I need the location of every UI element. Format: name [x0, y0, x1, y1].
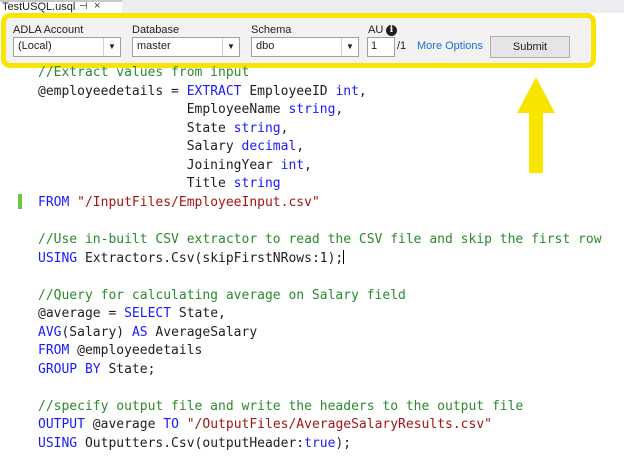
account-label: ADLA Account: [13, 24, 84, 36]
tab-title: TestUSQL.usql: [2, 1, 76, 13]
account-value: (Local): [18, 40, 52, 52]
code-text: @average =: [38, 306, 125, 322]
code-line[interactable]: FROM "/InputFiles/EmployeeInput.csv": [38, 194, 320, 213]
code-text: );: [335, 436, 352, 451]
code-keyword: int: [280, 157, 305, 173]
code-text: JoiningYear: [38, 157, 281, 173]
code-keyword: AS: [131, 324, 148, 340]
code-keyword: string: [288, 102, 336, 118]
code-line[interactable]: OUTPUT @average TO "/OutputFiles/Average…: [38, 416, 492, 435]
code-keyword: EXTRACT: [186, 83, 242, 99]
code-line[interactable]: JoiningYear int,: [38, 157, 312, 176]
code-keyword: FROM: [38, 343, 70, 359]
code-text: Salary: [38, 139, 242, 155]
code-text: State: [38, 120, 234, 136]
code-string: "/OutputFiles/AverageSalaryResults.csv": [186, 417, 492, 433]
code-text: Extractors.Csv(skipFirstNRows:1);: [77, 250, 344, 266]
change-marker: [18, 194, 22, 209]
code-line[interactable]: //Query for calculating average on Salar…: [38, 287, 406, 306]
code-keyword: decimal: [241, 139, 297, 155]
code-keyword: FROM: [38, 194, 70, 210]
code-text: EmployeeID: [241, 83, 336, 99]
submit-button[interactable]: Submit: [490, 36, 570, 58]
code-line[interactable]: //Use in-built CSV extractor to read the…: [38, 231, 602, 250]
code-text: EmployeeName: [38, 102, 289, 118]
code-line[interactable]: State string,: [38, 120, 289, 139]
code-line[interactable]: //Extract values from input: [38, 64, 249, 83]
pin-icon[interactable]: ⊣: [79, 2, 88, 12]
code-keyword: string: [233, 120, 281, 136]
info-icon[interactable]: i: [386, 25, 397, 36]
code-keyword: USING: [38, 250, 78, 266]
code-keyword: true: [304, 436, 336, 451]
code-text: ,: [296, 139, 305, 155]
code-keyword: string: [233, 176, 281, 192]
code-string: "/InputFiles/EmployeeInput.csv": [77, 194, 320, 210]
code-text: @average: [84, 417, 164, 433]
more-options-link[interactable]: More Options: [417, 40, 483, 52]
code-line[interactable]: EmployeeName string,: [38, 101, 344, 120]
code-text: Title: [38, 176, 234, 192]
close-icon[interactable]: ×: [94, 1, 100, 12]
code-text: AverageSalary: [147, 324, 258, 340]
code-line[interactable]: GROUP BY State;: [38, 361, 155, 380]
code-line[interactable]: @average = SELECT State,: [38, 305, 226, 324]
code-text: Outputters.Csv(outputHeader:: [77, 436, 305, 451]
schema-value: dbo: [256, 40, 275, 52]
code-text: @employeedetails: [69, 343, 203, 359]
code-line[interactable]: USING Extractors.Csv(skipFirstNRows:1);: [38, 249, 345, 269]
code-line[interactable]: Salary decimal,: [38, 138, 304, 157]
document-tab-strip: TestUSQL.usql ⊣ ×: [0, 0, 624, 13]
au-max: /1: [397, 40, 407, 52]
database-value: master: [137, 40, 171, 52]
code-comment: //Use in-built CSV extractor to read the…: [38, 231, 602, 247]
code-comment: //specify output file and write the head…: [38, 398, 524, 414]
code-text: State,: [171, 306, 226, 322]
schema-dropdown[interactable]: dbo ▼: [251, 37, 359, 57]
chevron-down-icon[interactable]: ▼: [103, 38, 120, 56]
chevron-down-icon[interactable]: ▼: [222, 38, 239, 56]
code-comment: //Extract values from input: [38, 65, 250, 80]
code-text: ,: [304, 157, 312, 173]
code-keyword: USING: [38, 436, 78, 451]
text-cursor: [343, 249, 345, 264]
account-dropdown[interactable]: (Local) ▼: [13, 37, 121, 57]
code-comment: //Query for calculating average on Salar…: [38, 287, 406, 303]
schema-label: Schema: [251, 24, 292, 36]
au-value: 1: [371, 40, 378, 52]
code-line[interactable]: @employeedetails = EXTRACT EmployeeID in…: [38, 83, 367, 102]
database-dropdown[interactable]: master ▼: [132, 37, 240, 57]
code-line[interactable]: AVG(Salary) AS AverageSalary: [38, 324, 257, 343]
code-text: State;: [100, 361, 156, 377]
code-editor[interactable]: //Extract values from input @employeedeta…: [0, 64, 624, 466]
code-keyword: AVG: [38, 324, 62, 340]
code-keyword: GROUP BY: [38, 361, 101, 377]
au-label: AU: [368, 24, 384, 36]
code-keyword: SELECT: [124, 306, 172, 322]
code-line[interactable]: FROM @employeedetails: [38, 342, 202, 361]
code-text: ,: [358, 83, 367, 99]
document-tab[interactable]: TestUSQL.usql ⊣ ×: [0, 0, 122, 13]
code-text: ,: [335, 102, 344, 118]
code-text: ,: [280, 120, 289, 136]
code-keyword: OUTPUT: [38, 417, 85, 433]
database-label: Database: [132, 24, 180, 36]
code-line[interactable]: USING Outputters.Csv(outputHeader:true);: [38, 435, 351, 454]
code-line[interactable]: Title string: [38, 175, 281, 194]
code-line[interactable]: //specify output file and write the head…: [38, 398, 523, 417]
code-keyword: int: [335, 83, 359, 99]
code-keyword: TO: [163, 417, 179, 433]
chevron-down-icon[interactable]: ▼: [341, 38, 358, 56]
au-input[interactable]: 1: [367, 37, 395, 57]
code-text: (Salary): [61, 324, 132, 340]
code-text: @employeedetails =: [38, 83, 187, 99]
